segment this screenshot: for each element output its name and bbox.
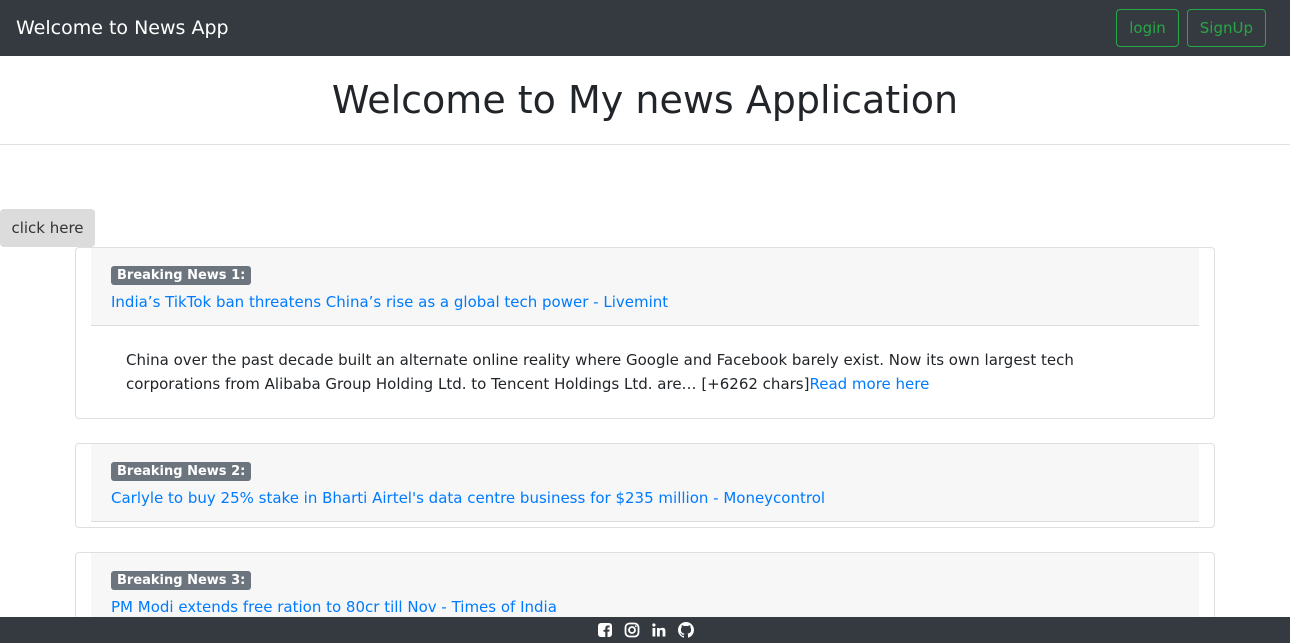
signup-button[interactable]: SignUp	[1186, 9, 1266, 47]
news-card-1: Breaking News 1: India’s TikTok ban thre…	[75, 247, 1215, 419]
hero-section: Welcome to My news Application	[0, 56, 1290, 145]
instagram-icon[interactable]	[624, 622, 640, 638]
news-badge: Breaking News 2:	[111, 462, 252, 481]
news-card-header: Breaking News 2: Carlyle to buy 25% stak…	[91, 444, 1199, 522]
brand-title[interactable]: Welcome to News App	[16, 17, 229, 39]
nav-actions: login SignUp	[1116, 9, 1266, 47]
page-title: Welcome to My news Application	[331, 78, 959, 122]
news-title-link[interactable]: India’s TikTok ban threatens China’s ris…	[111, 293, 1179, 311]
linkedin-icon[interactable]	[651, 622, 667, 638]
news-description: China over the past decade built an alte…	[126, 351, 1074, 393]
click-here-button[interactable]: click here	[0, 209, 95, 247]
read-more-link[interactable]: Read more here	[809, 375, 929, 393]
news-title-link[interactable]: Carlyle to buy 25% stake in Bharti Airte…	[111, 489, 1179, 507]
news-badge: Breaking News 1:	[111, 266, 252, 285]
news-card-2: Breaking News 2: Carlyle to buy 25% stak…	[75, 443, 1215, 528]
footer-bar	[0, 617, 1290, 643]
github-icon[interactable]	[677, 622, 694, 638]
news-card-header: Breaking News 1: India’s TikTok ban thre…	[91, 248, 1199, 326]
news-badge: Breaking News 3:	[111, 571, 252, 590]
news-title-link[interactable]: PM Modi extends free ration to 80cr till…	[111, 598, 1179, 616]
top-navbar: Welcome to News App login SignUp	[0, 0, 1290, 56]
login-button[interactable]: login	[1116, 9, 1179, 47]
news-card-body: China over the past decade built an alte…	[76, 326, 1214, 416]
facebook-icon[interactable]	[597, 622, 613, 638]
